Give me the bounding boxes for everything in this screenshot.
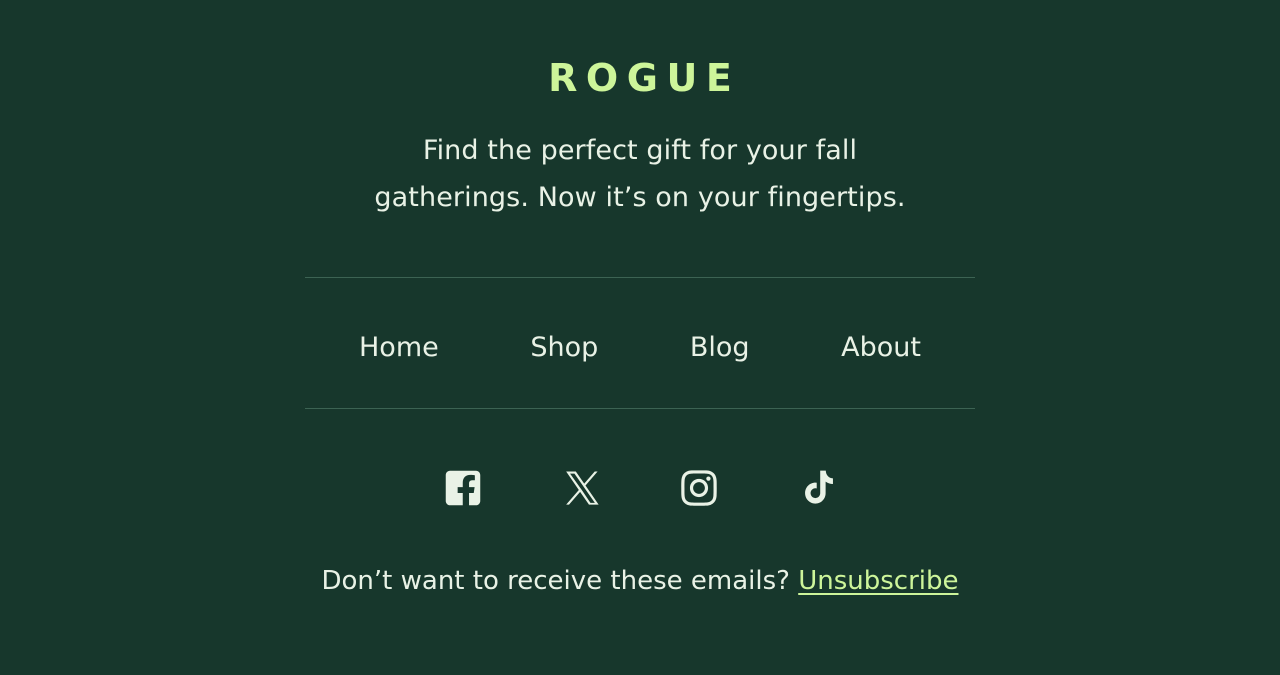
tagline-text: Find the perfect gift for your fall gath… bbox=[374, 135, 906, 213]
facebook-icon bbox=[440, 465, 486, 511]
instagram-icon bbox=[676, 465, 722, 511]
nav-link-home[interactable]: Home bbox=[359, 334, 439, 361]
x-twitter-link[interactable] bbox=[558, 465, 604, 511]
divider-bottom bbox=[305, 408, 975, 409]
tiktok-link[interactable] bbox=[794, 465, 840, 511]
divider-top bbox=[305, 277, 975, 278]
brand-wordmark: ROGUE bbox=[548, 56, 741, 100]
nav-link-about[interactable]: About bbox=[841, 334, 921, 361]
nav-link-shop[interactable]: Shop bbox=[530, 334, 598, 361]
unsubscribe-row: Don’t want to receive these emails? Unsu… bbox=[322, 565, 959, 598]
social-links bbox=[440, 465, 840, 511]
instagram-link[interactable] bbox=[676, 465, 722, 511]
tiktok-icon bbox=[795, 466, 839, 510]
footer-nav: Home Shop Blog About bbox=[305, 286, 975, 408]
unsubscribe-link[interactable]: Unsubscribe bbox=[798, 566, 958, 596]
facebook-link[interactable] bbox=[440, 465, 486, 511]
x-twitter-icon bbox=[559, 466, 603, 510]
nav-link-blog[interactable]: Blog bbox=[690, 334, 750, 361]
email-footer: ROGUE Find the perfect gift for your fal… bbox=[0, 0, 1280, 675]
unsubscribe-prompt: Don’t want to receive these emails? bbox=[321, 566, 790, 596]
